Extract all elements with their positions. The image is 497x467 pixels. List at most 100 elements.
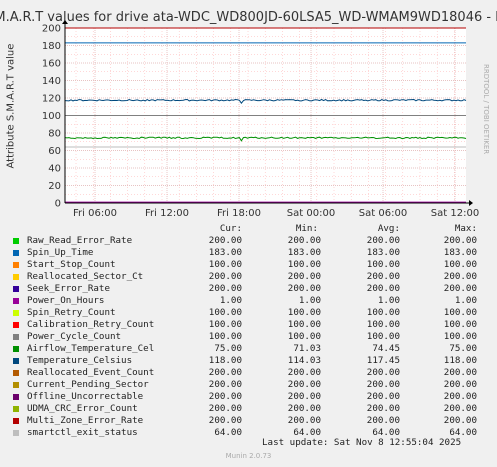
legend-series-name: Spin_Retry_Count: [27, 307, 116, 318]
legend-value-cur: 200.00: [208, 403, 242, 414]
legend-swatch: [13, 370, 19, 376]
legend-value-min: 200.00: [287, 415, 321, 426]
legend-value-avg: 100.00: [366, 319, 400, 330]
legend-value-cur: 100.00: [208, 331, 242, 342]
legend-row: Reallocated_Event_Count 200.00 200.00 200.0…: [0, 367, 497, 379]
chart-plot: 0 20 40 60 80 100 120 140 160 180 200 Fri 06:00 Fri …: [42, 20, 479, 219]
legend-value-max: 1.00: [454, 295, 477, 306]
legend-value-max: 100.00: [443, 319, 477, 330]
munin-version: Munin 2.0.73: [225, 452, 272, 460]
legend-series-name: Raw_Read_Error_Rate: [27, 235, 133, 246]
legend-value-min: 114.03: [287, 355, 321, 366]
legend-swatch: [13, 394, 19, 400]
y-axis-arrow: [62, 20, 68, 24]
legend-value-avg: 200.00: [366, 379, 400, 390]
legend-series-name: Current_Pending_Sector: [27, 379, 149, 390]
legend-series-name: UDMA_CRC_Error_Count: [27, 403, 138, 414]
legend-swatch: [13, 262, 19, 268]
legend-value-min: 200.00: [287, 283, 321, 294]
legend-value-min: 183.00: [287, 247, 321, 258]
y-tick-label: 80: [48, 129, 61, 140]
legend-value-avg: 200.00: [366, 415, 400, 426]
legend-value-cur: 200.00: [208, 367, 242, 378]
legend-series-name: Reallocated_Sector_Ct: [27, 271, 144, 282]
legend-value-cur: 1.00: [219, 295, 242, 306]
legend-row: Spin_Up_Time 183.00 183.00 183.00 183.00: [0, 247, 497, 259]
legend-value-cur: 200.00: [208, 235, 242, 246]
legend-swatch: [13, 382, 19, 388]
legend-row: Start_Stop_Count 100.00 100.00 100.00 100.00: [0, 259, 497, 271]
legend-swatch: [13, 334, 19, 340]
x-tick-label: Sat 06:00: [359, 208, 407, 219]
legend-value-min: 200.00: [287, 403, 321, 414]
legend-value-cur: 100.00: [208, 307, 242, 318]
legend-value-cur: 75.00: [214, 343, 242, 354]
legend-value-max: 200.00: [443, 403, 477, 414]
legend-value-max: 200.00: [443, 379, 477, 390]
last-update: Last update: Sat Nov 8 12:55:04 2025: [262, 437, 462, 448]
legend-row: Calibration_Retry_Count 100.00 100.00 100.0…: [0, 319, 497, 331]
legend-series-name: Spin_Up_Time: [27, 247, 94, 258]
legend-value-max: 75.00: [449, 343, 477, 354]
legend-swatch: [13, 286, 19, 292]
legend-value-avg: 183.00: [366, 247, 400, 258]
legend-series-name: Temperature_Celsius: [27, 355, 133, 366]
legend-row: Seek_Error_Rate 200.00 200.00 200.00 200.00: [0, 283, 497, 295]
legend-swatch: [13, 346, 19, 352]
legend-value-min: 100.00: [287, 331, 321, 342]
legend-header-cur: Cur:: [219, 223, 242, 234]
legend-value-cur: 200.00: [208, 271, 242, 282]
legend-row: Reallocated_Sector_Ct 200.00 200.00 200.00 2…: [0, 271, 497, 283]
legend-value-min: 100.00: [287, 319, 321, 330]
legend-value-avg: 200.00: [366, 235, 400, 246]
legend-value-avg: 100.00: [366, 307, 400, 318]
y-tick-label: 180: [42, 41, 61, 52]
legend-series-name: Start_Stop_Count: [27, 259, 116, 270]
x-axis-arrow: [469, 200, 473, 206]
legend-row: UDMA_CRC_Error_Count 200.00 200.00 200.00 20…: [0, 403, 497, 415]
legend-value-cur: 200.00: [208, 379, 242, 390]
legend-swatch: [13, 274, 19, 280]
legend-value-cur: 64.00: [214, 427, 242, 438]
legend-header-avg: Avg:: [377, 223, 400, 234]
legend-value-avg: 200.00: [366, 271, 400, 282]
legend-value-max: 200.00: [443, 283, 477, 294]
legend-value-max: 183.00: [443, 247, 477, 258]
y-tick-label: 20: [48, 181, 61, 192]
legend-value-min: 200.00: [287, 391, 321, 402]
y-tick-label: 120: [42, 94, 61, 105]
legend-series-name: Offline_Uncorrectable: [27, 391, 144, 402]
legend-series-name: smartctl_exit_status: [27, 427, 138, 438]
legend-swatch: [13, 406, 19, 412]
legend-value-min: 100.00: [287, 307, 321, 318]
legend-swatch: [13, 250, 19, 256]
legend-value-max: 200.00: [443, 415, 477, 426]
legend-row: Current_Pending_Sector 200.00 200.00 200.00…: [0, 379, 497, 391]
legend-value-min: 100.00: [287, 259, 321, 270]
y-tick-label: 0: [55, 199, 61, 210]
legend-row: Multi_Zone_Error_Rate 200.00 200.00 200.00 2…: [0, 415, 497, 427]
legend-value-cur: 200.00: [208, 391, 242, 402]
legend-row: Power_Cycle_Count 100.00 100.00 100.00 100.0…: [0, 331, 497, 343]
legend-value-avg: 117.45: [366, 355, 400, 366]
x-tick-label: Fri 06:00: [73, 208, 117, 219]
legend-row: Temperature_Celsius 118.00 114.03 117.45 118…: [0, 355, 497, 367]
y-tick-label: 140: [42, 76, 61, 87]
legend-value-min: 200.00: [287, 235, 321, 246]
legend-value-avg: 74.45: [372, 343, 400, 354]
legend-series-name: Power_Cycle_Count: [27, 331, 122, 342]
legend-value-avg: 200.00: [366, 367, 400, 378]
legend-series-name: Airflow_Temperature_Cel: [27, 343, 155, 354]
legend-value-cur: 183.00: [208, 247, 242, 258]
legend-value-max: 100.00: [443, 331, 477, 342]
legend-value-min: 200.00: [287, 271, 321, 282]
y-tick-label: 100: [42, 111, 61, 122]
legend-header-min: Min:: [295, 223, 318, 234]
legend-swatch: [13, 358, 19, 364]
legend-value-avg: 100.00: [366, 259, 400, 270]
legend-series-name: Multi_Zone_Error_Rate: [27, 415, 144, 426]
y-tick-label: 40: [48, 164, 61, 175]
legend-value-cur: 200.00: [208, 283, 242, 294]
legend-swatch: [13, 322, 19, 328]
legend-swatch: [13, 418, 19, 424]
